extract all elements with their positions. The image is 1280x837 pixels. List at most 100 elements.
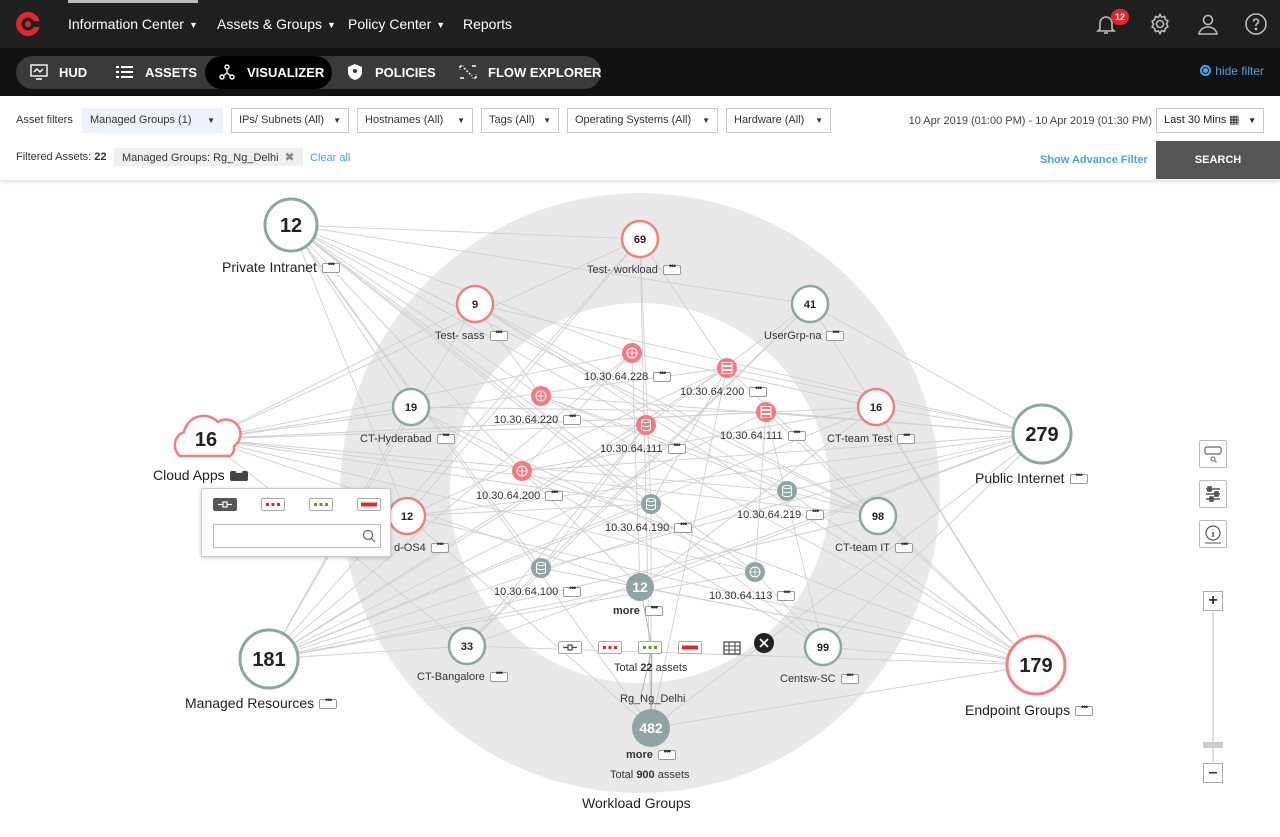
- nav-reports[interactable]: Reports: [463, 0, 512, 48]
- search-button[interactable]: SEARCH: [1156, 141, 1280, 179]
- filter-bar: Asset filters Managed Groups (1) ▼ IPs/ S…: [0, 96, 1280, 180]
- more-options-icon[interactable]: [319, 695, 338, 710]
- table-icon[interactable]: [723, 641, 741, 655]
- filter-green-button[interactable]: [638, 641, 662, 654]
- server-icon: [756, 402, 776, 422]
- ip-label: 10.30.64.200: [680, 383, 768, 398]
- network-graph: 12 16 181 279 179 69 9 41 19 16 12 98 33 99 12 482: [173, 193, 1073, 793]
- ip-label: 10.30.64.220: [494, 411, 582, 426]
- more-options-icon[interactable]: [644, 602, 663, 617]
- search-panel-button[interactable]: [1199, 440, 1227, 468]
- blocked-icon: [361, 502, 377, 507]
- globe-icon: [622, 343, 642, 363]
- node-count: 69: [634, 234, 646, 246]
- user-icon[interactable]: [1196, 12, 1220, 36]
- tab-flow-explorer[interactable]: FLOW EXPLORER: [459, 56, 601, 89]
- search-icon[interactable]: [362, 529, 376, 543]
- database-icon: [531, 558, 551, 578]
- public-internet-label: Public Internet: [975, 470, 1088, 486]
- more-options-icon[interactable]: [430, 539, 449, 554]
- ip-label: 10.30.64.228: [584, 368, 672, 383]
- red-dots-icon: [603, 646, 617, 649]
- outer-node: 12: [263, 197, 319, 253]
- more-options-icon[interactable]: [563, 411, 582, 426]
- more-options-icon[interactable]: [489, 327, 508, 342]
- gear-icon[interactable]: [1148, 12, 1172, 36]
- workload-groups-label: Workload Groups: [582, 795, 691, 811]
- more-options-icon[interactable]: [674, 519, 693, 534]
- more-options-icon[interactable]: [777, 587, 796, 602]
- info-button[interactable]: [1199, 520, 1227, 548]
- node-count: 181: [252, 649, 285, 671]
- more-options-icon[interactable]: [563, 583, 582, 598]
- tab-assets[interactable]: ASSETS: [116, 56, 201, 89]
- more-options-icon[interactable]: [1069, 470, 1088, 485]
- more-options-icon[interactable]: [895, 539, 914, 554]
- filter-all-button[interactable]: [558, 641, 582, 654]
- settings-sliders-button[interactable]: [1199, 480, 1227, 508]
- more-options-icon[interactable]: [321, 259, 340, 274]
- group-node: 16: [856, 387, 896, 427]
- node-search-input[interactable]: [213, 524, 381, 548]
- filter-blocked-button[interactable]: [678, 641, 702, 654]
- dropdown-arrow-icon: ▼: [207, 116, 215, 125]
- tab-visualizer[interactable]: VISUALIZER: [205, 56, 332, 89]
- filter-red-button[interactable]: [261, 498, 285, 511]
- more-node: 12: [626, 573, 654, 601]
- more-options-icon[interactable]: [436, 430, 455, 445]
- link-icon: [218, 501, 232, 508]
- more-options-icon[interactable]: [840, 670, 859, 685]
- more-options-icon[interactable]: [229, 467, 248, 482]
- filter-blocked-button[interactable]: [357, 498, 381, 511]
- private-intranet-label: Private Intranet: [222, 259, 340, 275]
- more-options-icon[interactable]: [897, 430, 916, 445]
- group-node: 69: [620, 219, 660, 259]
- tab-policies[interactable]: POLICIES: [347, 56, 452, 89]
- tab-bar: HUD ASSETS VISUALIZER POLICIES FLOW EXPL…: [16, 56, 601, 89]
- tab-hud[interactable]: HUD: [30, 56, 100, 89]
- network-icon: [219, 64, 235, 80]
- hostnames-select[interactable]: Hostnames (All) ▼: [357, 108, 473, 133]
- visualizer-canvas: 12 16 181 279 179 69 9 41 19 16 12 98 33 99 12 482 Priv…: [0, 180, 1280, 837]
- nav-policy-center[interactable]: Policy Center ▼: [348, 0, 445, 48]
- nav-information-center[interactable]: Information Center ▼: [68, 0, 198, 48]
- zoom-slider-handle[interactable]: [1203, 742, 1223, 748]
- filter-green-button[interactable]: [309, 498, 333, 511]
- more-options-icon[interactable]: [489, 668, 508, 683]
- more-options-icon[interactable]: [749, 383, 768, 398]
- filter-all-button[interactable]: [213, 498, 237, 511]
- filter-red-button[interactable]: [598, 641, 622, 654]
- managed-resources-label: Managed Resources: [185, 695, 338, 711]
- more-options-icon[interactable]: [653, 368, 672, 383]
- hardware-select[interactable]: Hardware (All) ▼: [726, 108, 831, 133]
- help-icon[interactable]: [1244, 12, 1268, 36]
- more-options-icon[interactable]: [545, 487, 564, 502]
- list-icon: [116, 66, 133, 78]
- more-options-icon[interactable]: [806, 506, 825, 521]
- clear-all-link[interactable]: Clear all: [310, 152, 350, 164]
- hide-filter-toggle[interactable]: hide filter: [1200, 64, 1264, 78]
- close-icon[interactable]: [753, 632, 775, 654]
- database-icon: [636, 415, 656, 435]
- chevron-down-icon: ▼: [436, 20, 446, 30]
- more-options-icon[interactable]: [657, 746, 676, 761]
- asset-filters-label: Asset filters: [16, 114, 73, 126]
- more-options-icon[interactable]: [667, 440, 686, 455]
- node-count: 482: [639, 720, 663, 736]
- show-advance-filter-link[interactable]: Show Advance Filter: [1040, 154, 1148, 166]
- managed-groups-select[interactable]: Managed Groups (1) ▼: [82, 108, 223, 133]
- zoom-in-button[interactable]: +: [1203, 591, 1223, 611]
- operating-systems-select[interactable]: Operating Systems (All) ▼: [567, 108, 718, 133]
- zoom-out-button[interactable]: –: [1203, 763, 1223, 783]
- logo-icon[interactable]: [14, 10, 42, 38]
- tags-select[interactable]: Tags (All) ▼: [481, 108, 559, 133]
- more-options-icon[interactable]: [787, 427, 806, 442]
- ips-subnets-select[interactable]: IPs/ Subnets (All) ▼: [231, 108, 349, 133]
- time-window-select[interactable]: Last 30 Mins ▦ ▼: [1156, 108, 1264, 133]
- close-icon[interactable]: ✖: [285, 150, 295, 164]
- more-options-icon[interactable]: [662, 261, 681, 276]
- more-options-icon[interactable]: [826, 327, 845, 342]
- nav-assets-groups[interactable]: Assets & Groups ▼: [217, 0, 336, 48]
- more-options-icon[interactable]: [1075, 702, 1094, 717]
- cloud-apps-node: 16: [173, 414, 242, 458]
